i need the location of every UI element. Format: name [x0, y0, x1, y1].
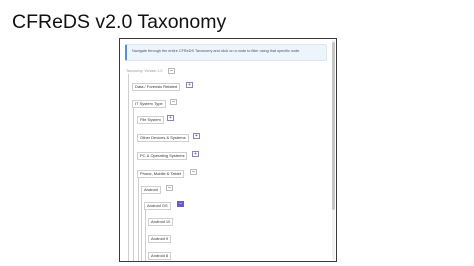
- tree-node-android-os[interactable]: Android OS: [144, 202, 171, 210]
- tree-node-data-forensic[interactable]: Data / Forensic Related: [132, 83, 181, 91]
- scrollbar-thumb[interactable]: [332, 42, 335, 210]
- expand-other-devices-button[interactable]: +: [193, 133, 200, 139]
- expand-data-forensic-button[interactable]: +: [186, 82, 193, 88]
- taxonomy-screenshot: Navigate through the entire CFReDS Taxon…: [119, 38, 337, 262]
- collapse-it-system-type-button[interactable]: –: [170, 99, 177, 105]
- tree-node-android[interactable]: Android: [141, 186, 161, 194]
- expand-pc-operating-systems-button[interactable]: +: [192, 151, 199, 157]
- tree-line-level-4: [141, 193, 142, 261]
- collapse-phone-mobile-tablet-button[interactable]: –: [190, 169, 197, 175]
- tree-node-pc-operating-systems[interactable]: PC & Operating Systems: [137, 152, 188, 160]
- collapse-root-button[interactable]: –: [168, 68, 175, 74]
- tree-node-other-devices[interactable]: Other Devices & Systems: [137, 134, 189, 142]
- tree-line-level-1: [128, 74, 129, 261]
- tree-line-level-2: [133, 107, 134, 261]
- collapse-android-button[interactable]: –: [166, 185, 173, 191]
- tree-node-android-8[interactable]: Android 8: [148, 252, 172, 260]
- collapse-android-os-button[interactable]: –: [177, 201, 184, 207]
- tree-node-android-10[interactable]: Android 10: [148, 218, 174, 226]
- tree-node-android-9[interactable]: Android 9: [148, 235, 172, 243]
- slide-title: CFReDS v2.0 Taxonomy: [12, 11, 227, 33]
- tree-node-it-system-type[interactable]: IT System Type: [132, 100, 166, 108]
- tree-node-file-system[interactable]: File System: [137, 116, 164, 124]
- taxonomy-root-label: Taxonomy: Version 1.0: [126, 69, 163, 73]
- info-text: Navigate through the entire CFReDS Taxon…: [132, 49, 301, 53]
- info-banner: Navigate through the entire CFReDS Taxon…: [125, 44, 327, 61]
- expand-file-system-button[interactable]: +: [167, 115, 174, 121]
- tree-node-phone-mobile-tablet[interactable]: Phone, Mobile & Tablet: [137, 170, 185, 178]
- tree-line-level-5: [145, 209, 146, 261]
- tree-line-level-3: [138, 175, 139, 261]
